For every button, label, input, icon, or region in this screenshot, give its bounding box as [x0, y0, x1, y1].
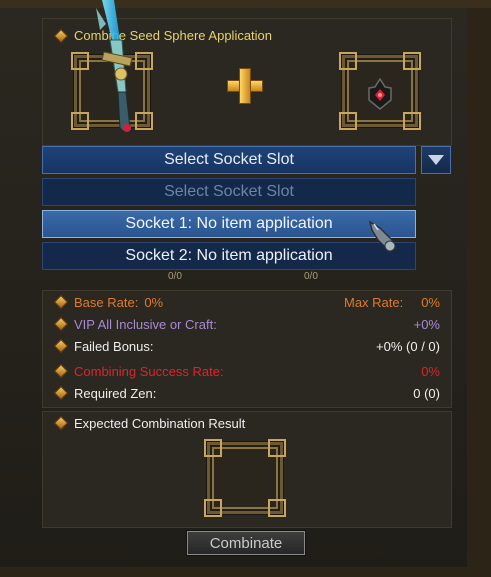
weapon-sword-icon [96, 0, 133, 133]
combinate-button[interactable]: Combinate [187, 531, 305, 555]
diamond-bullet-icon [53, 316, 69, 332]
success-rate-label: Combining Success Rate: [74, 363, 224, 379]
failed-bonus-value: +0% (0 / 0) [376, 338, 440, 354]
required-zen-value: 0 (0) [413, 385, 440, 401]
slot-count-left: 0/0 [168, 271, 182, 282]
combinate-label: Combinate [209, 534, 283, 552]
diamond-bullet-icon [53, 385, 69, 401]
vip-row: VIP All Inclusive or Craft: +0% [53, 315, 440, 333]
diamond-bullet-icon [53, 28, 69, 43]
vip-label: VIP All Inclusive or Craft: [74, 316, 217, 332]
max-rate-value: 0% [421, 294, 440, 310]
base-rate-row: Base Rate: 0% Max Rate: 0% [53, 293, 440, 311]
chevron-down-icon [428, 155, 444, 165]
dropdown-toggle-button[interactable] [421, 146, 451, 174]
dropdown-option-socket-2[interactable]: Socket 2: No item application [42, 242, 416, 270]
socket-slot-dropdown[interactable]: Select Socket Slot [42, 146, 416, 174]
diamond-bullet-icon [53, 363, 69, 379]
vip-value: +0% [413, 316, 440, 332]
base-rate-label: Base Rate: [74, 294, 139, 310]
result-header: Expected Combination Result [53, 414, 440, 432]
base-rate-value: 0% [144, 294, 164, 310]
window-top-border [0, 0, 491, 8]
diamond-bullet-icon [53, 294, 69, 310]
dropdown-option-socket-1[interactable]: Socket 1: No item application [42, 210, 416, 238]
slot-count-right: 0/0 [304, 271, 318, 282]
hand-cursor-icon [368, 220, 398, 252]
failed-bonus-label: Failed Bonus: [74, 338, 154, 354]
success-rate-row: Combining Success Rate: 0% [53, 362, 440, 380]
diamond-bullet-icon [53, 338, 69, 354]
required-zen-row: Required Zen: 0 (0) [53, 384, 440, 402]
max-rate-label: Max Rate: [344, 294, 404, 310]
success-rate-value: 0% [421, 363, 440, 379]
plus-icon [227, 68, 263, 104]
seed-sphere-icon [368, 78, 392, 110]
result-label: Expected Combination Result [74, 415, 246, 431]
window-bottom-border [0, 567, 491, 577]
dropdown-option-placeholder[interactable]: Select Socket Slot [42, 178, 416, 206]
combine-header: Combine Seed Sphere Application [53, 28, 272, 43]
dropdown-selected-label: Select Socket Slot [164, 151, 294, 168]
failed-bonus-row: Failed Bonus: +0% (0 / 0) [53, 337, 440, 355]
required-zen-label: Required Zen: [74, 385, 157, 401]
diamond-bullet-icon [53, 415, 69, 431]
result-slot [204, 439, 286, 517]
